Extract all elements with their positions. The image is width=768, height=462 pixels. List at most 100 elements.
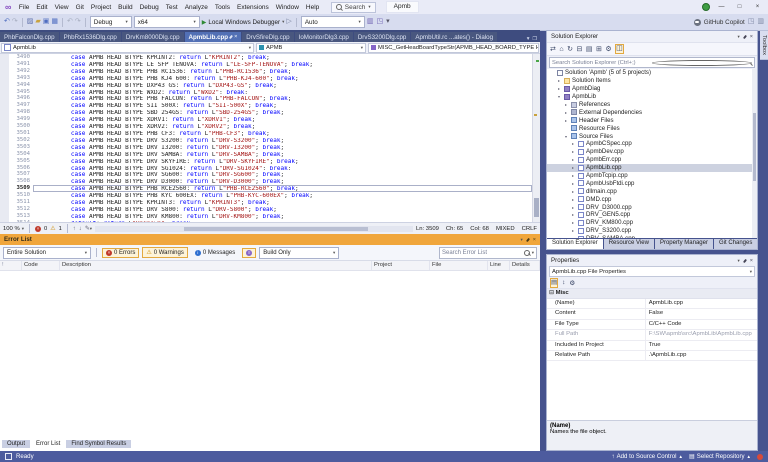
- toolbar-options-icon[interactable]: ▾: [386, 18, 390, 26]
- live-share-icon[interactable]: ▥: [367, 18, 374, 26]
- doc-tab-iomonitordlg3[interactable]: IoMonitorDlg3.cpp: [294, 32, 353, 42]
- tree-item-source-files[interactable]: ▾ Source Files: [547, 132, 757, 140]
- pin-icon[interactable]: [229, 34, 234, 40]
- breakpoint-margin[interactable]: [0, 150, 9, 158]
- menu-extensions[interactable]: Extensions: [234, 4, 273, 11]
- tree-item-apmberr-cpp[interactable]: ▸ ApmbErr.cpp: [547, 156, 757, 164]
- code-editor[interactable]: 3490 case APMB_HEAD_BTYPE_KPRINT2: retur…: [0, 54, 540, 222]
- expander-icon[interactable]: ▸: [570, 141, 576, 146]
- warning-count-icon[interactable]: ⚠: [50, 225, 55, 232]
- code-line[interactable]: 3498 case APMB_HEAD_BTYPE_SBD_254GS: ret…: [0, 109, 532, 117]
- se-tab-solution-explorer[interactable]: Solution Explorer: [547, 239, 603, 249]
- column-header-severity[interactable]: !: [0, 261, 22, 270]
- breakpoint-margin[interactable]: [0, 171, 9, 179]
- menu-tools[interactable]: Tools: [211, 4, 233, 11]
- expander-icon[interactable]: ▸: [563, 102, 569, 107]
- expander-icon[interactable]: ▸: [570, 197, 576, 202]
- search-control[interactable]: Search ▾: [330, 1, 376, 13]
- tree-item-drv-s3200-cpp[interactable]: ▸ DRV_S3200.cpp: [547, 227, 757, 235]
- messages-filter-button[interactable]: i 0 Messages: [191, 248, 239, 258]
- property-category[interactable]: ⊟ Misc: [547, 289, 757, 299]
- scrollbar-thumb[interactable]: [534, 198, 539, 217]
- menu-test[interactable]: Test: [162, 4, 181, 11]
- expander-icon[interactable]: ▾: [563, 134, 569, 139]
- tree-item-apmbtcpip-cpp[interactable]: ▸ ApmbTcpip.cpp: [547, 172, 757, 180]
- home-icon[interactable]: ⌂: [559, 46, 563, 53]
- breakpoint-margin[interactable]: [0, 212, 9, 220]
- close-icon[interactable]: ×: [750, 258, 753, 264]
- error-list-search-input[interactable]: Search Error List ▾: [439, 246, 537, 259]
- alphabetical-icon[interactable]: ↕: [562, 279, 565, 286]
- code-line[interactable]: 3500 case APMB_HEAD_BTYPE_XDRV2: return …: [0, 123, 532, 130]
- code-line[interactable]: 3492 case APMB_HEAD_BTYPE_PHB_RC1536: re…: [0, 67, 532, 75]
- expander-icon[interactable]: ▸: [570, 212, 576, 217]
- next-issue-icon[interactable]: ↓: [79, 226, 82, 232]
- code-line[interactable]: 3506 case APMB_HEAD_BTYPE_DRV_SG1024: re…: [0, 164, 532, 172]
- property-row-relative-path[interactable]: Relative Path .\ApmbLib.cpp: [547, 350, 757, 362]
- breakpoint-margin[interactable]: [0, 54, 9, 61]
- menu-build[interactable]: Build: [115, 4, 136, 11]
- error-list-title-bar[interactable]: Error List ▾ ×: [0, 234, 540, 245]
- switch-views-icon[interactable]: ⇄: [550, 45, 556, 53]
- doc-tab-apmbutil[interactable]: ApmbUtil.rc ...ates() - Dialog: [411, 32, 498, 42]
- doc-tab-apmblib[interactable]: ApmbLib.cpp ×: [184, 32, 242, 42]
- property-row-full-path[interactable]: Full Path F:\SW\apmb\src\ApmbLib\ApmbLib.…: [547, 330, 757, 341]
- breakpoint-margin[interactable]: [0, 123, 9, 130]
- expander-icon[interactable]: ▸: [570, 205, 576, 210]
- breakpoint-margin[interactable]: [0, 95, 9, 103]
- code-line[interactable]: 3491 case APMB_HEAD_BTYPE_LE_SFP_TENOVA:…: [0, 60, 532, 68]
- tree-item-apmbdev-cpp[interactable]: ▸ ApmbDev.cpp: [547, 148, 757, 156]
- code-line[interactable]: 3502 case APMB_HEAD_BTYPE_DRV_S3200: ret…: [0, 136, 532, 144]
- expander-icon[interactable]: ▸: [570, 181, 576, 186]
- type-dropdown[interactable]: APMB ▾: [256, 42, 366, 53]
- member-dropdown[interactable]: MISC_GetHeadBoardTypeStr(APMB_HEAD_BOARD…: [368, 42, 539, 53]
- breakpoint-margin[interactable]: [0, 164, 9, 172]
- breakpoint-margin[interactable]: [0, 60, 9, 68]
- window-position-icon[interactable]: ▾: [521, 237, 523, 243]
- build-only-combo[interactable]: Build Only ▾: [259, 246, 340, 259]
- notifications-bell-icon[interactable]: [757, 453, 763, 460]
- expander-icon[interactable]: ▸: [570, 236, 576, 238]
- expander-icon[interactable]: ▸: [556, 78, 562, 83]
- error-list-body[interactable]: [0, 271, 540, 439]
- tree-item-drv-d3000-cpp[interactable]: ▸ DRV_D3000.cpp: [547, 203, 757, 211]
- code-line[interactable]: 3503 case APMB_HEAD_BTYPE_DRV_I3200: ret…: [0, 143, 532, 151]
- add-account-icon[interactable]: ▥: [757, 18, 764, 26]
- code-line[interactable]: 3510 case APMB_HEAD_BTYPE_PHB_KYC_600EX:…: [0, 192, 532, 200]
- code-line[interactable]: 3501 case APMB_HEAD_BTYPE_PHB_CF3: retur…: [0, 129, 532, 137]
- column-header-Details[interactable]: Details: [510, 261, 540, 270]
- tree-item-drv-gen5-cpp[interactable]: ▸ DRV_GEN5.cpp: [547, 211, 757, 219]
- code-line[interactable]: 3505 case APMB_HEAD_BTYPE_DRV_SKYFIRE: r…: [0, 157, 532, 165]
- zoom-dropdown[interactable]: 100 % ▾: [3, 226, 24, 232]
- se-tab-resource-view[interactable]: Resource View: [603, 239, 654, 249]
- doc-tab-drvkm8000dlg[interactable]: DrvKm8000Dlg.cpp: [121, 32, 184, 42]
- panel-tab-error-list[interactable]: Error List: [31, 440, 66, 448]
- error-count-icon[interactable]: ×: [34, 225, 41, 232]
- expander-icon[interactable]: ▸: [570, 165, 576, 170]
- panel-tab-output[interactable]: Output: [2, 440, 31, 448]
- solution-explorer-title-bar[interactable]: Solution Explorer ▾ ×: [547, 31, 757, 42]
- code-line[interactable]: 3495 case APMB_HEAD_BTYPE_WXD2: return L…: [0, 88, 532, 96]
- close-icon[interactable]: ×: [750, 34, 753, 40]
- breakpoint-margin[interactable]: [0, 102, 9, 110]
- start-without-debugging-icon[interactable]: ▷: [286, 18, 291, 26]
- panel-tab-find-symbol-results[interactable]: Find Symbol Results: [66, 440, 132, 448]
- project-dropdown[interactable]: ApmbLib ▾: [1, 42, 254, 53]
- platform-combo[interactable]: x64 ▾: [133, 16, 200, 28]
- tree-item-solution-items[interactable]: ▸ Solution Items: [547, 77, 757, 85]
- window-position-icon[interactable]: ▾: [738, 258, 740, 264]
- horizontal-scrollbar[interactable]: [95, 225, 413, 232]
- doc-tab-drvsfiredlg[interactable]: DrvSfireDlg.cpp: [242, 32, 294, 42]
- expander-icon[interactable]: ▸: [570, 173, 576, 178]
- save-icon[interactable]: ▣: [43, 18, 50, 26]
- column-header-Code[interactable]: Code: [22, 261, 60, 270]
- pin-icon[interactable]: [742, 258, 747, 263]
- breakpoint-margin[interactable]: [0, 219, 9, 222]
- breakpoint-margin[interactable]: [0, 185, 9, 193]
- tree-item-apmbusbftdi-cpp[interactable]: ▸ ApmbUsbFtdi.cpp: [547, 179, 757, 187]
- property-pages-icon[interactable]: ⚙: [569, 279, 575, 287]
- expander-icon[interactable]: ▸: [570, 228, 576, 233]
- menu-edit[interactable]: Edit: [33, 4, 51, 11]
- expander-icon[interactable]: ▸: [556, 86, 562, 91]
- tree-item-apmbcspec-cpp[interactable]: ▸ ApmbCSpec.cpp: [547, 140, 757, 148]
